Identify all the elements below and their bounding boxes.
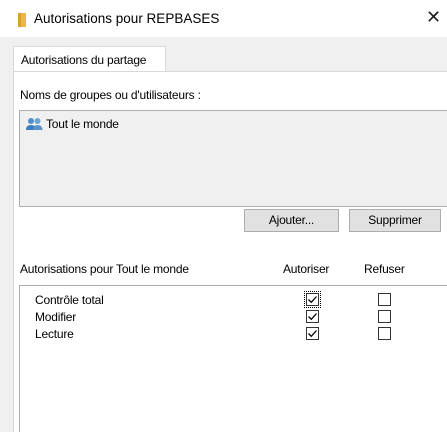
groups-list[interactable]: Tout le monde — [19, 110, 447, 207]
permission-name: Modifier — [35, 310, 77, 324]
list-item-label: Tout le monde — [46, 117, 119, 131]
deny-checkbox-modify[interactable] — [378, 310, 391, 323]
checkmark-icon — [308, 313, 317, 321]
close-icon[interactable]: ✕ — [426, 7, 441, 28]
tab-label: Autorisations du partage — [21, 53, 147, 67]
checkmark-icon — [308, 330, 317, 338]
groups-label: Noms de groupes ou d'utilisateurs : — [20, 88, 201, 102]
permission-row-read: Lecture — [20, 325, 447, 345]
permissions-list: Contrôle total Modifier Lecture — [19, 285, 447, 432]
title-bar: Autorisations pour REPBASES ✕ — [0, 0, 447, 37]
folder-icon — [18, 13, 26, 27]
allow-checkbox-full-control[interactable] — [304, 291, 321, 308]
deny-column-header: Refuser — [364, 262, 405, 276]
tab-share-permissions[interactable]: Autorisations du partage — [13, 46, 166, 72]
permission-name: Contrôle total — [35, 293, 104, 307]
checkmark-icon — [308, 296, 317, 304]
list-item[interactable]: Tout le monde — [26, 116, 119, 132]
remove-button[interactable]: Supprimer — [349, 209, 441, 232]
users-icon — [26, 118, 43, 130]
deny-checkbox-read[interactable] — [378, 327, 391, 340]
allow-checkbox-read[interactable] — [306, 327, 319, 340]
allow-column-header: Autoriser — [283, 262, 330, 276]
permissions-label: Autorisations pour Tout le monde — [20, 262, 189, 276]
add-button[interactable]: Ajouter... — [244, 209, 339, 232]
window-title: Autorisations pour REPBASES — [34, 11, 220, 26]
permission-name: Lecture — [35, 327, 74, 341]
deny-checkbox-full-control[interactable] — [378, 293, 391, 306]
allow-checkbox-modify[interactable] — [306, 310, 319, 323]
